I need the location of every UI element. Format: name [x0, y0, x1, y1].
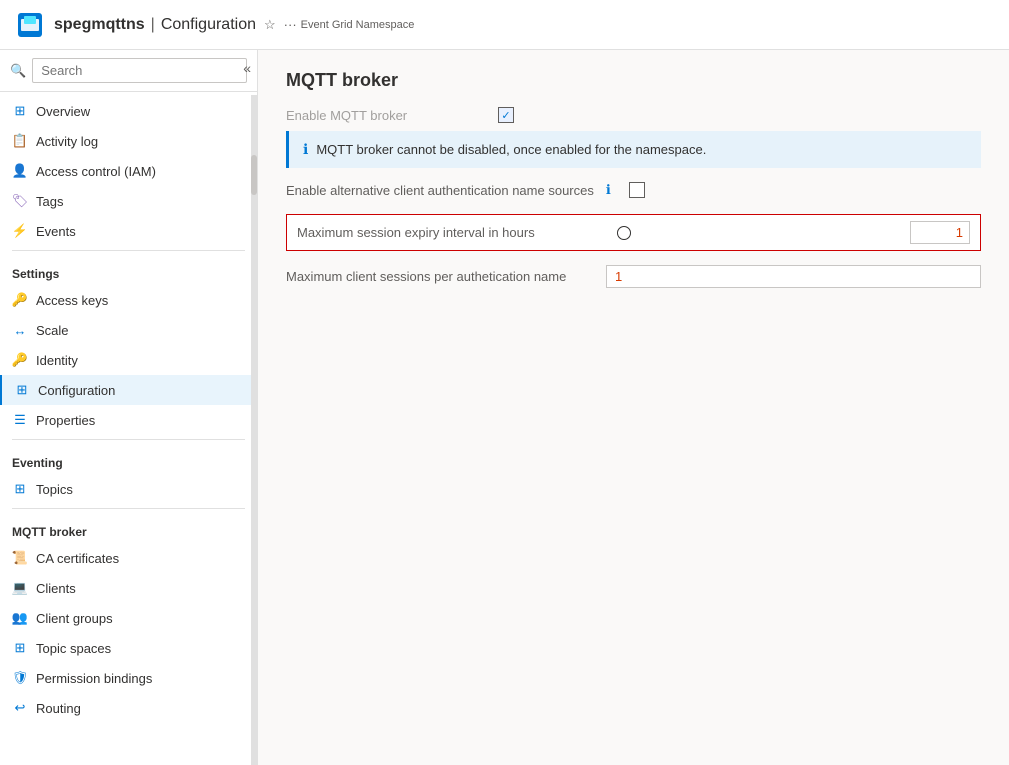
mqtt-divider: [12, 508, 245, 509]
sidebar-item-overview[interactable]: ⊞ Overview: [0, 96, 257, 126]
sidebar-label-overview: Overview: [36, 104, 90, 119]
sidebar-label-activity-log: Activity log: [36, 134, 98, 149]
max-clients-label: Maximum client sessions per autheticatio…: [286, 269, 606, 284]
sidebar-label-tags: Tags: [36, 194, 63, 209]
info-icon: ℹ: [303, 141, 308, 158]
permission-icon: 🛡: [12, 670, 28, 686]
sidebar-item-properties[interactable]: ☰ Properties: [0, 405, 257, 435]
sidebar-label-properties: Properties: [36, 413, 95, 428]
sidebar-item-client-groups[interactable]: 👥 Client groups: [0, 603, 257, 633]
more-icon[interactable]: ···: [284, 17, 297, 32]
sidebar-label-topics: Topics: [36, 482, 73, 497]
enable-mqtt-label: Enable MQTT broker: [286, 108, 486, 123]
routing-icon: ↩: [12, 700, 28, 716]
sidebar-item-scale[interactable]: ↔ Scale: [0, 315, 257, 345]
alt-auth-label: Enable alternative client authentication…: [286, 183, 594, 198]
search-input[interactable]: [32, 58, 247, 83]
info-message: MQTT broker cannot be disabled, once ena…: [316, 142, 706, 157]
ca-cert-icon: 📜: [12, 550, 28, 566]
clients-icon: 💻: [12, 580, 28, 596]
max-clients-row: Maximum client sessions per autheticatio…: [286, 265, 981, 288]
max-session-input[interactable]: [910, 221, 970, 244]
breadcrumb: Event Grid Namespace: [301, 19, 415, 31]
sidebar: 🔍 « ⊞ Overview 📋 Activity log 👤 Access c…: [0, 50, 258, 765]
page-name: Configuration: [161, 16, 256, 34]
circle-indicator: [617, 226, 631, 240]
main-layout: 🔍 « ⊞ Overview 📋 Activity log 👤 Access c…: [0, 50, 1009, 765]
mqtt-section-header: MQTT broker: [0, 513, 257, 543]
alt-auth-info-icon: ℹ: [606, 182, 611, 198]
max-session-row: Maximum session expiry interval in hours: [286, 214, 981, 251]
configuration-icon: ⊞: [14, 382, 30, 398]
settings-divider: [12, 250, 245, 251]
sidebar-label-events: Events: [36, 224, 76, 239]
activity-icon: 📋: [12, 133, 28, 149]
sidebar-label-topic-spaces: Topic spaces: [36, 641, 111, 656]
sidebar-item-topics[interactable]: ⊞ Topics: [0, 474, 257, 504]
content-area: MQTT broker Enable MQTT broker ℹ MQTT br…: [258, 50, 1009, 765]
sidebar-label-access-control: Access control (IAM): [36, 164, 156, 179]
page-title: MQTT broker: [286, 70, 981, 91]
sidebar-search-container: 🔍 «: [0, 50, 257, 92]
sidebar-label-clients: Clients: [36, 581, 76, 596]
overview-icon: ⊞: [12, 103, 28, 119]
sidebar-item-configuration[interactable]: ⊞ Configuration: [0, 375, 257, 405]
sidebar-item-access-keys[interactable]: 🔑 Access keys: [0, 285, 257, 315]
sidebar-item-access-control[interactable]: 👤 Access control (IAM): [0, 156, 257, 186]
collapse-button[interactable]: «: [243, 60, 251, 76]
properties-icon: ☰: [12, 412, 28, 428]
sidebar-label-configuration: Configuration: [38, 383, 115, 398]
sidebar-item-identity[interactable]: 🔑 Identity: [0, 345, 257, 375]
sidebar-item-tags[interactable]: 🏷 Tags: [0, 186, 257, 216]
sidebar-item-events[interactable]: ⚡ Events: [0, 216, 257, 246]
sidebar-item-permission-bindings[interactable]: 🛡 Permission bindings: [0, 663, 257, 693]
events-icon: ⚡: [12, 223, 28, 239]
sidebar-nav: ⊞ Overview 📋 Activity log 👤 Access contr…: [0, 92, 257, 727]
sidebar-label-ca-certs: CA certificates: [36, 551, 119, 566]
alt-auth-row: Enable alternative client authentication…: [286, 182, 981, 198]
sidebar-label-scale: Scale: [36, 323, 69, 338]
topics-icon: ⊞: [12, 481, 28, 497]
header-actions: ☆ ···: [264, 17, 297, 33]
tags-icon: 🏷: [12, 193, 28, 209]
identity-icon: 🔑: [12, 352, 28, 368]
scroll-thumb: [251, 155, 257, 195]
sidebar-label-permission-bindings: Permission bindings: [36, 671, 152, 686]
enable-mqtt-checkbox[interactable]: [498, 107, 514, 123]
client-groups-icon: 👥: [12, 610, 28, 626]
sidebar-label-identity: Identity: [36, 353, 78, 368]
app-icon: [16, 11, 44, 39]
scale-icon: ↔: [12, 322, 28, 338]
app-name: spegmqttns: [54, 16, 145, 34]
key-icon: 🔑: [12, 292, 28, 308]
sidebar-item-activity-log[interactable]: 📋 Activity log: [0, 126, 257, 156]
max-clients-input[interactable]: [606, 265, 981, 288]
header-separator: |: [151, 16, 155, 34]
search-icon: 🔍: [10, 63, 26, 79]
sidebar-label-routing: Routing: [36, 701, 81, 716]
enable-mqtt-row: Enable MQTT broker: [286, 107, 981, 123]
sidebar-label-client-groups: Client groups: [36, 611, 113, 626]
max-session-label: Maximum session expiry interval in hours: [297, 225, 617, 240]
sidebar-label-access-keys: Access keys: [36, 293, 108, 308]
info-box: ℹ MQTT broker cannot be disabled, once e…: [286, 131, 981, 168]
sidebar-item-clients[interactable]: 💻 Clients: [0, 573, 257, 603]
eventing-section-header: Eventing: [0, 444, 257, 474]
favorite-icon[interactable]: ☆: [264, 17, 276, 33]
topic-spaces-icon: ⊞: [12, 640, 28, 656]
access-control-icon: 👤: [12, 163, 28, 179]
app-header: spegmqttns | Configuration ☆ ··· Event G…: [0, 0, 1009, 50]
settings-section-header: Settings: [0, 255, 257, 285]
scrollbar[interactable]: [251, 95, 257, 765]
sidebar-item-topic-spaces[interactable]: ⊞ Topic spaces: [0, 633, 257, 663]
alt-auth-checkbox[interactable]: [629, 182, 645, 198]
eventing-divider: [12, 439, 245, 440]
sidebar-item-ca-certificates[interactable]: 📜 CA certificates: [0, 543, 257, 573]
sidebar-item-routing[interactable]: ↩ Routing: [0, 693, 257, 723]
